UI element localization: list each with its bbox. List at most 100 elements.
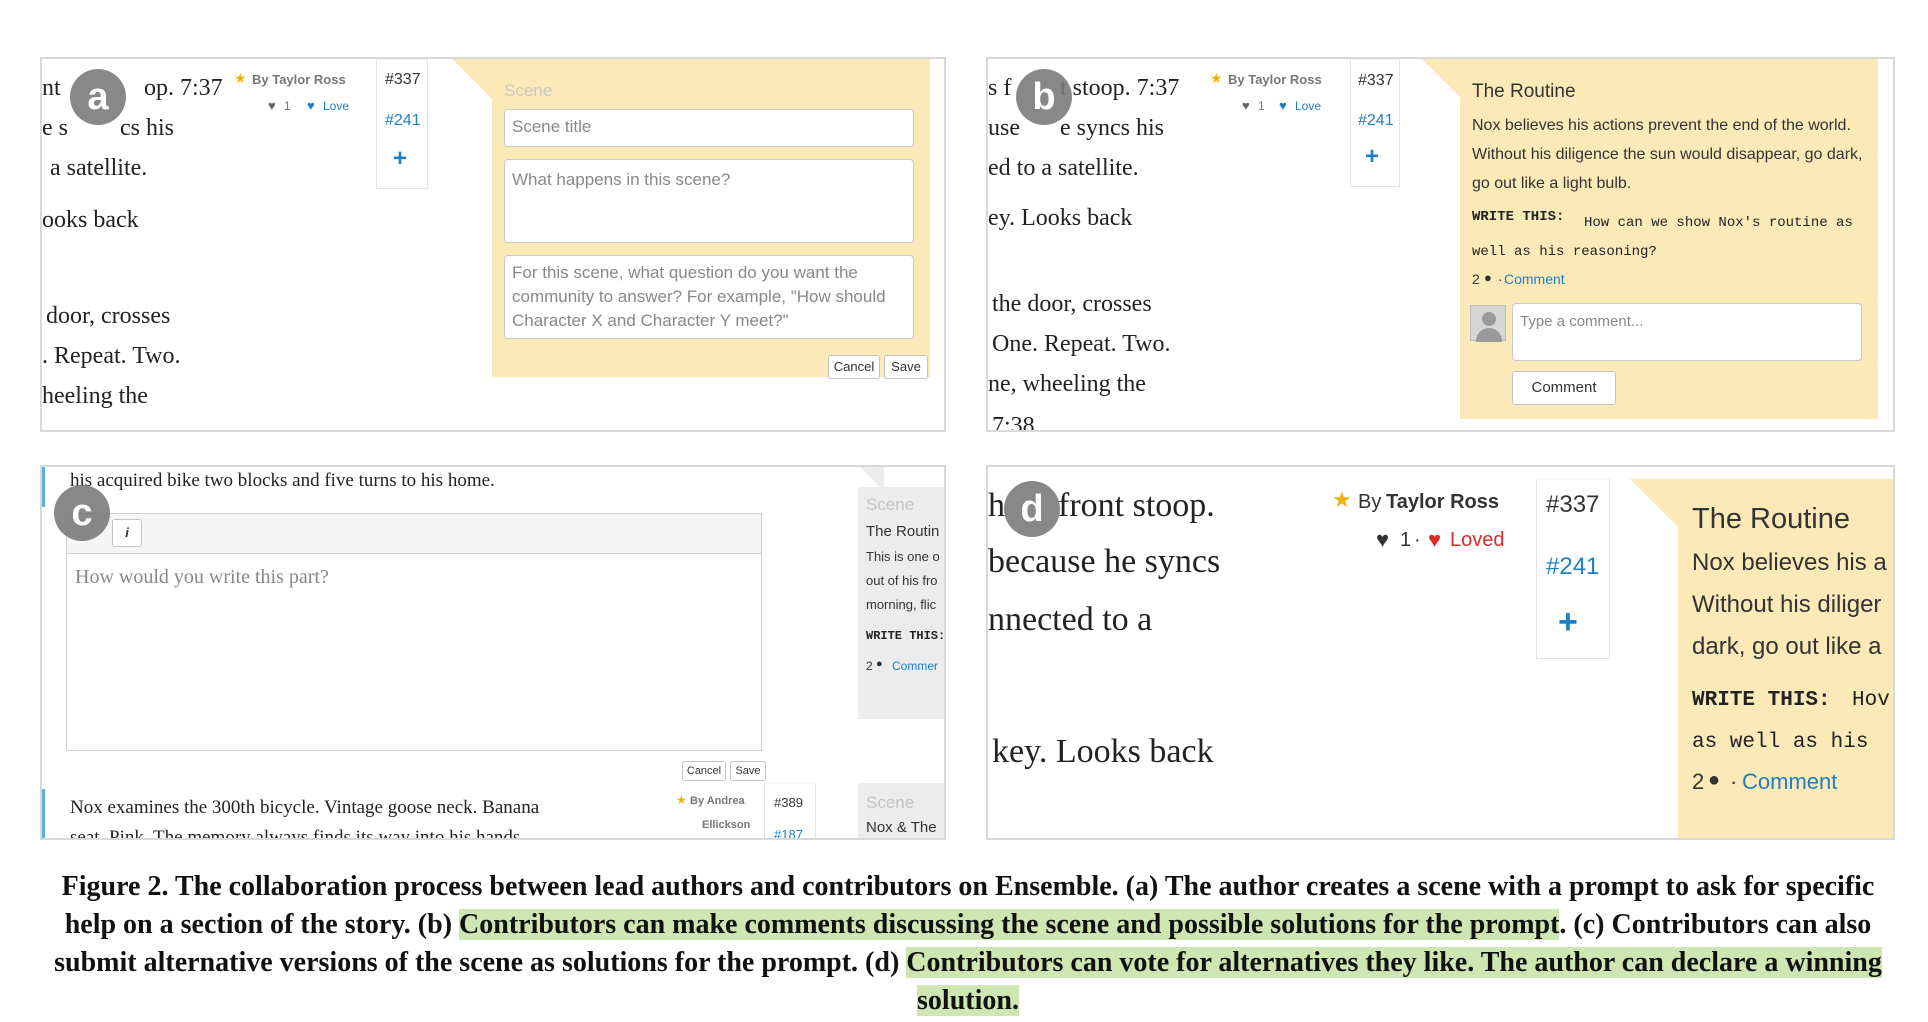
story-line: seat. Pink. The memory always finds its … [70,827,526,840]
add-scene-button[interactable]: + [393,145,407,173]
trophy-icon: ★ [676,793,687,807]
scene-side-card: Scene Nox & The [858,783,944,838]
save-button[interactable]: Save [884,355,928,379]
scene-title: The Routine [1472,81,1576,102]
scene-number[interactable]: #337 [385,71,421,89]
love-heart-icon[interactable]: ♥ [307,98,315,113]
scene-title: The Routin [866,523,940,540]
vote-count: 1 [284,99,291,113]
story-line: e s [42,115,68,141]
card-pointer [452,59,492,99]
story-line: ne, wheeling the [988,371,1146,397]
heart-icon: ♥ [268,98,276,113]
story-line: cs his [120,115,174,141]
story-line: front stoop. [1058,487,1215,524]
scene-side-card: Scene The Routin This is one o out of hi… [858,487,946,719]
story-line: key. Looks back [992,733,1214,770]
comment-link[interactable]: Commer [892,659,938,673]
editor-toolbar [66,513,762,553]
panel-a: a nt op. 7:37 e s cs his a satellite. oo… [40,57,946,432]
trophy-icon: ★ [1210,70,1223,86]
story-line: ed to a satellite. [988,155,1139,181]
story-line: nnected to a [988,601,1153,638]
scene-card: The Routine Nox believes his a Without h… [1678,479,1893,838]
scene-title: The Routine [1692,503,1850,535]
write-this-prompt: Hov [1852,689,1890,712]
author-name: By Andrea [690,795,745,807]
comment-count: 2 [1472,271,1480,287]
caption-highlight: Contributors can make comments discussin… [459,909,1560,940]
speech-bubble-icon: ● [1484,270,1492,285]
add-scene-button[interactable]: + [1558,603,1578,642]
figure-caption: Figure 2. The collaboration process betw… [40,868,1896,1020]
story-line: One. Repeat. Two. [992,331,1171,357]
new-scene-form: Scene Scene title What happens in this s… [492,59,930,379]
speech-bubble-icon: ● [1708,769,1721,791]
story-line: because he syncs [988,543,1221,580]
write-this-label: WRITE THIS: [1692,689,1831,712]
author-prefix: By [1358,491,1382,513]
story-line: use [988,115,1020,141]
panel-c: his acquired bike two blocks and five tu… [40,465,946,840]
cancel-button[interactable]: Cancel [682,761,726,781]
save-button[interactable]: Save [730,761,766,781]
separator-dot: · [1730,769,1738,794]
comment-link[interactable]: Comment [1742,769,1837,795]
scene-link[interactable]: #241 [385,112,421,130]
separator-dot: · [1498,271,1503,287]
avatar [1470,305,1506,342]
story-line: t stoop. 7:37 [1060,75,1180,101]
add-scene-button[interactable]: + [1365,143,1379,171]
panel-label-b: b [1016,69,1072,125]
scene-link[interactable]: #241 [1358,112,1394,130]
scene-number[interactable]: #337 [1546,491,1599,519]
story-line: the door, crosses [992,291,1152,317]
scene-link[interactable]: #187 [774,827,803,838]
story-line: 7:38. [992,413,1041,432]
comment-button[interactable]: Comment [1512,371,1616,405]
caption-highlight: Contributors can vote for alternatives t… [906,947,1882,1016]
love-button[interactable]: Love [1295,99,1321,113]
author-name: By Taylor Ross [1228,72,1322,87]
scene-line: Nox believes his a [1692,549,1887,576]
story-line: h [988,487,1005,524]
alternative-editor[interactable]: How would you write this part? [66,553,762,751]
scene-link[interactable]: #241 [1546,553,1599,581]
scene-line: dark, go out like a [1692,633,1882,660]
panel-label-a: a [70,69,126,125]
love-button[interactable]: Love [323,99,349,113]
write-this-prompt: How can we show Nox's routine as well as… [1472,215,1853,260]
story-line: his acquired bike two blocks and five tu… [70,470,495,491]
story-line: s f [988,75,1012,101]
scene-description-input[interactable]: What happens in this scene? [504,159,914,243]
cancel-button[interactable]: Cancel [828,355,880,379]
write-this-label: WRITE THIS: [866,629,946,643]
story-line: a satellite. [50,155,148,181]
card-pointer [1630,479,1678,527]
author-name: Taylor Ross [1386,491,1499,513]
scene-description: Nox believes his actions prevent the end… [1472,117,1863,192]
scene-line: out of his fro [866,573,938,588]
loved-heart-icon[interactable]: ♥ [1428,527,1441,553]
scene-title-input[interactable]: Scene title [504,109,914,147]
story-line: door, crosses [46,303,171,329]
italic-button[interactable]: i [112,519,142,547]
scene-title: Nox & The [866,819,937,836]
heart-icon: ♥ [1376,527,1390,552]
scene-number[interactable]: #337 [1358,72,1394,90]
comment-link[interactable]: Comment [1504,271,1565,287]
form-header: Scene [504,81,553,100]
story-line: nt [42,75,61,101]
card-header: Scene [866,793,915,812]
story-line: heeling the [42,383,148,409]
scene-number[interactable]: #389 [774,795,803,810]
author-name: By Taylor Ross [252,72,346,87]
love-heart-icon[interactable]: ♥ [1279,98,1287,113]
scene-line: This is one o [866,549,940,564]
story-line: ooks back [42,207,139,233]
story-line: e syncs his [1060,115,1164,141]
scene-question-input[interactable]: For this scene, what question do you wan… [504,255,914,339]
author-name: Ellickson [702,819,751,831]
loved-button[interactable]: Loved [1450,529,1505,552]
comment-input[interactable]: Type a comment... [1512,303,1862,361]
